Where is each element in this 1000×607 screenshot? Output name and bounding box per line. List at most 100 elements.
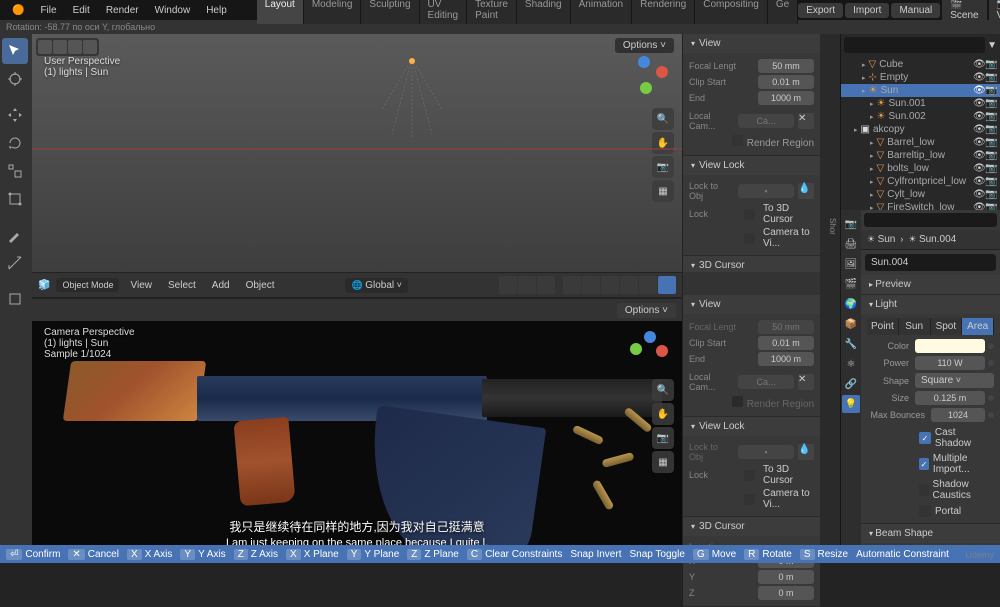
tab-shading[interactable]: Shading (517, 0, 571, 24)
menu-window[interactable]: Window (147, 2, 199, 19)
lock-3dcursor-b[interactable]: To 3D Cursor (759, 464, 814, 486)
shading-material[interactable] (639, 276, 657, 294)
tool-measure[interactable] (2, 250, 28, 276)
outliner-item-empty[interactable]: ▸ ⊹ Empty👁📷 (841, 71, 1000, 84)
tab-modeling[interactable]: Modeling (304, 0, 362, 24)
section-beamshape[interactable]: Beam Shape (861, 524, 1000, 543)
perspective-icon[interactable]: ▦ (652, 180, 674, 202)
menu-edit[interactable]: Edit (65, 2, 98, 19)
tab-sculpting[interactable]: Sculpting (361, 0, 419, 24)
snap-icon[interactable] (518, 276, 536, 294)
viewport-bottom[interactable]: Camera Perspective (1) lights | Sun Samp… (32, 321, 682, 559)
shading-solid[interactable] (620, 276, 638, 294)
viewport-top[interactable]: User Perspective (1) lights | Sun Option… (32, 34, 682, 272)
shading-wire[interactable] (601, 276, 619, 294)
anim-dot-bounces[interactable] (988, 412, 994, 418)
section-viewlock-bottom[interactable]: View Lock (683, 417, 820, 436)
tab-rendering[interactable]: Rendering (632, 0, 695, 24)
size-value[interactable]: 0.125 m (915, 391, 985, 405)
render-region-check[interactable]: Render Region (689, 133, 814, 151)
nav-gizmo-bottom[interactable] (622, 329, 672, 379)
proptab-object[interactable]: 📦 (842, 315, 860, 333)
viewport-overlay-toggles[interactable] (36, 38, 99, 56)
lockobj-value[interactable]: ▪ (738, 184, 794, 198)
tool-addcube[interactable] (2, 286, 28, 312)
clear-cam-icon[interactable]: ✕ (798, 113, 814, 129)
localcam-value[interactable]: Ca... (738, 114, 794, 128)
light-name-field[interactable] (865, 254, 996, 271)
proportional-icon[interactable] (537, 276, 555, 294)
editor-type-icon[interactable]: 🧊 (38, 280, 50, 291)
focal-value[interactable]: 50 mm (758, 59, 814, 73)
outliner-item-barrel_low[interactable]: ▸ ▽ Barrel_low👁📷 (841, 136, 1000, 149)
outliner-item-cube[interactable]: ▸ ▽ Cube👁📷 (841, 58, 1000, 71)
bounces-value[interactable]: 1024 (931, 408, 985, 422)
perspective-icon-bottom[interactable]: ▦ (652, 451, 674, 473)
outliner-item-sun-002[interactable]: ▸ ☀ Sun.002👁📷 (841, 110, 1000, 123)
xray-toggle[interactable] (582, 276, 600, 294)
type-area[interactable]: Area (962, 318, 994, 335)
section-preview[interactable]: Preview (861, 275, 1000, 294)
cursor-z-value[interactable]: 0 m (758, 586, 814, 600)
shading-rendered[interactable] (658, 276, 676, 294)
type-spot[interactable]: Spot (931, 318, 963, 335)
pan-icon-bottom[interactable]: ✋ (652, 403, 674, 425)
proptab-data[interactable]: 💡 (842, 395, 860, 413)
tool-select[interactable] (2, 38, 28, 64)
pan-icon[interactable]: ✋ (652, 132, 674, 154)
menu-help[interactable]: Help (198, 2, 235, 19)
tab-layout[interactable]: Layout (257, 0, 304, 24)
side-tab-shortcuts[interactable]: Shor (820, 214, 840, 239)
orientation-dropdown[interactable]: 🌐 Global ˅ (345, 278, 407, 293)
menu-object[interactable]: Object (241, 278, 280, 293)
section-viewlock[interactable]: View Lock (683, 156, 820, 175)
camera-icon-bottom[interactable]: 📷 (652, 427, 674, 449)
section-light[interactable]: Light (861, 295, 1000, 314)
proptab-render[interactable]: 📷 (842, 215, 860, 233)
cursor-y-value[interactable]: 0 m (758, 570, 814, 584)
blender-icon[interactable]: 🟠 (4, 2, 32, 19)
section-3dcursor-bottom[interactable]: 3D Cursor (683, 517, 820, 536)
proptab-scene[interactable]: 🎬 (842, 275, 860, 293)
portal-check[interactable]: Portal (867, 503, 994, 519)
mode-dropdown[interactable]: Object Mode (56, 278, 119, 292)
clear-cam-icon-b[interactable]: ✕ (798, 374, 814, 390)
zoom-icon-bottom[interactable]: 🔍 (652, 379, 674, 401)
tool-transform[interactable] (2, 186, 28, 212)
viewport-options-button[interactable]: Options ˅ (615, 38, 674, 53)
menu-render[interactable]: Render (98, 2, 147, 19)
pivot-icon[interactable] (499, 276, 517, 294)
manual-button[interactable]: Manual (891, 3, 940, 18)
proptab-world[interactable]: 🌍 (842, 295, 860, 313)
outliner-item-cylt_low[interactable]: ▸ ▽ Cylt_low👁📷 (841, 188, 1000, 201)
lock-3dcursor[interactable]: To 3D Cursor (759, 203, 814, 225)
tool-cursor[interactable] (2, 66, 28, 92)
outliner-search[interactable] (844, 37, 985, 53)
scene-selector[interactable]: 🎬 Scene (942, 0, 986, 23)
camera-icon[interactable]: 📷 (652, 156, 674, 178)
menu-add[interactable]: Add (207, 278, 235, 293)
nav-gizmo[interactable] (622, 56, 672, 106)
tool-rotate[interactable] (2, 130, 28, 156)
outliner-item-akcopy[interactable]: ▸ ▣ akcopy👁📷 (841, 123, 1000, 136)
shadow-caustics-check[interactable]: Shadow Caustics (867, 477, 994, 503)
eyedropper-icon-b[interactable]: 💧 (798, 444, 814, 460)
tool-annotate[interactable] (2, 222, 28, 248)
tab-more[interactable]: Ge (768, 0, 798, 24)
zoom-icon[interactable]: 🔍 (652, 108, 674, 130)
properties-breadcrumb[interactable]: ☀ Sun › ☀ Sun.004 (861, 230, 1000, 250)
type-point[interactable]: Point (867, 318, 899, 335)
tool-move[interactable] (2, 102, 28, 128)
outliner-item-barreltip_low[interactable]: ▸ ▽ Barreltip_low👁📷 (841, 149, 1000, 162)
shape-dropdown[interactable]: Square ˅ (915, 373, 994, 388)
section-view[interactable]: View (683, 34, 820, 53)
outliner-item-sun[interactable]: ▸ ☀ Sun👁📷 (841, 84, 1000, 97)
menu-file[interactable]: File (32, 2, 64, 19)
lock-camera-b[interactable]: Camera to Vi... (759, 488, 814, 510)
viewport-options-bottom[interactable]: Options ˅ (617, 303, 676, 318)
clipstart-value[interactable]: 0.01 m (758, 75, 814, 89)
viewlayer-selector[interactable]: 📷 ViewLayer (989, 0, 1000, 23)
clipend-value[interactable]: 1000 m (758, 91, 814, 105)
proptab-modifiers[interactable]: 🔧 (842, 335, 860, 353)
overlay-toggle[interactable] (563, 276, 581, 294)
